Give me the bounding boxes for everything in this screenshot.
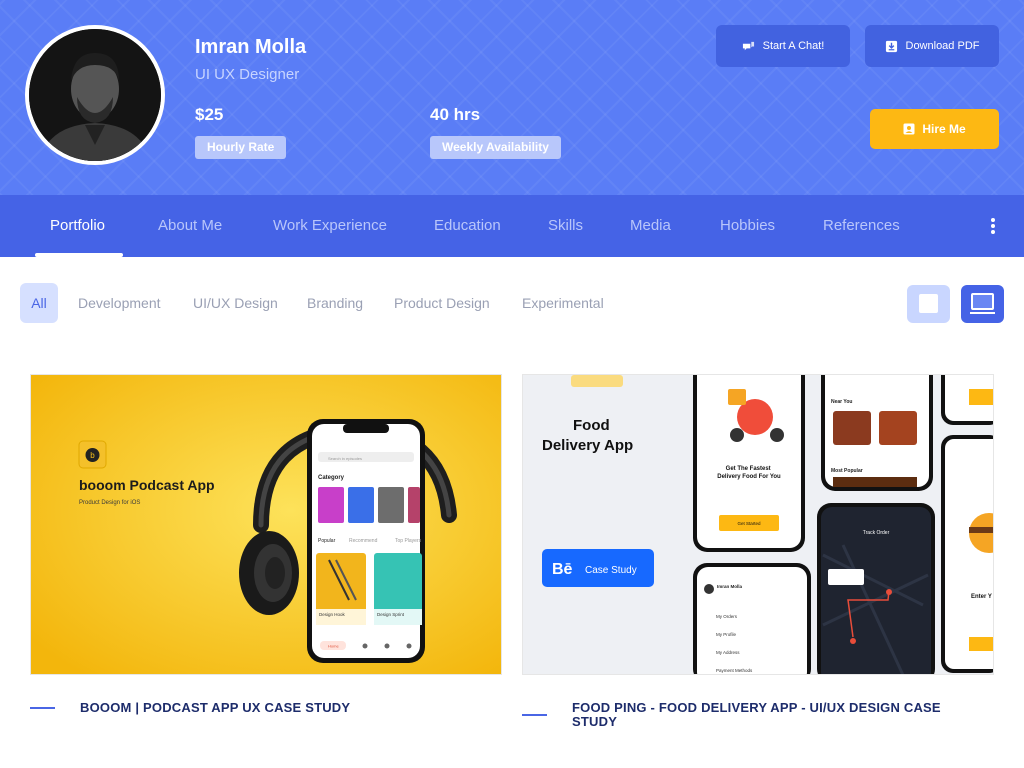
filter-product-design[interactable]: Product Design [394, 283, 490, 323]
download-icon [885, 40, 897, 52]
profile-header: Imran Molla UI UX Designer $25 Hourly Ra… [0, 0, 1024, 195]
profile-name: Imran Molla [195, 36, 307, 58]
nav-tab-media[interactable]: Media [630, 195, 671, 257]
filter-branding[interactable]: Branding [307, 283, 363, 323]
podcast-card-2: Design Sprint [377, 612, 405, 617]
hire-me-label: Hire Me [922, 122, 966, 136]
food-most-popular: Most Popular [831, 468, 863, 474]
project-thumbnail-food-delivery[interactable]: Food Delivery App Bē Case Study Get The … [522, 374, 994, 675]
nav-tab-references[interactable]: References [823, 195, 900, 257]
food-cta: Get Started [737, 521, 761, 526]
nav-tab-work-experience[interactable]: Work Experience [273, 195, 387, 257]
nav-tab-education[interactable]: Education [434, 195, 501, 257]
nav-tab-portfolio[interactable]: Portfolio [50, 195, 105, 257]
podcast-tab-top: Top Players [395, 538, 422, 544]
more-menu-icon[interactable] [986, 218, 1000, 234]
active-tab-indicator [35, 253, 123, 257]
grid-view-icon [919, 294, 938, 313]
case-study-badge: Case Study [585, 565, 637, 576]
availability-label: Weekly Availability [430, 136, 561, 159]
start-chat-label: Start A Chat! [762, 40, 825, 52]
food-menu-orders: My Orders [716, 614, 738, 619]
filter-all[interactable]: All [20, 283, 58, 323]
profile-photo [29, 29, 161, 161]
food-delivery-artwork: Food Delivery App Bē Case Study Get The … [523, 375, 993, 674]
nav-tab-about-me[interactable]: About Me [158, 195, 222, 257]
hire-me-button[interactable]: Hire Me [870, 109, 999, 149]
briefcase-icon [903, 123, 915, 135]
filter-development[interactable]: Development [78, 283, 161, 323]
podcast-card-1: Design Hook [319, 612, 346, 617]
project-title-accent [30, 707, 55, 709]
project-title-podcast[interactable]: BOOOM | PODCAST APP UX CASE STUDY [80, 701, 480, 715]
preview-view-button[interactable] [961, 285, 1004, 323]
podcast-subheading: Product Design for iOS [79, 500, 140, 506]
download-pdf-label: Download PDF [905, 40, 980, 52]
food-track-order: Track Order [863, 530, 890, 536]
project-title-food-delivery[interactable]: FOOD PING - FOOD DELIVERY APP - UI/UX DE… [572, 701, 972, 729]
nav-tab-skills[interactable]: Skills [548, 195, 583, 257]
podcast-home-tab: Home [328, 644, 339, 649]
podcast-heading: booom Podcast App [79, 477, 215, 493]
podcast-tab-popular: Popular [318, 538, 336, 544]
profile-nav: Portfolio About Me Work Experience Educa… [0, 195, 1024, 257]
hourly-rate-value: $25 [195, 105, 224, 124]
food-near-you: Near You [831, 399, 853, 405]
avatar [25, 25, 165, 165]
project-title-accent [522, 714, 547, 716]
download-pdf-button[interactable]: Download PDF [865, 25, 999, 67]
food-heading-1: Food [573, 417, 610, 434]
podcast-tab-recommend: Recommend [349, 538, 378, 544]
profile-role: UI UX Designer [195, 66, 300, 83]
hourly-rate-label: Hourly Rate [195, 136, 287, 159]
podcast-search-text: Search in episodes [328, 456, 362, 461]
food-menu-user: Imran Molla [717, 584, 743, 589]
food-enter-text: Enter Y [971, 594, 992, 600]
filter-experimental[interactable]: Experimental [522, 283, 604, 323]
laptop-icon [971, 293, 994, 310]
filter-ui-ux-design[interactable]: UI/UX Design [193, 283, 278, 323]
nav-tab-hobbies[interactable]: Hobbies [720, 195, 775, 257]
project-thumbnail-podcast[interactable]: b booom Podcast App Product Design for i… [30, 374, 502, 675]
grid-view-button[interactable] [907, 285, 950, 323]
food-menu-payment: Payment Methods [716, 668, 753, 673]
food-menu-profile: My Profile [716, 632, 737, 637]
food-menu-address: My Address [716, 650, 740, 655]
chat-icon [742, 41, 754, 50]
podcast-logo-letter: b [90, 451, 95, 460]
podcast-app-artwork: b booom Podcast App Product Design for i… [31, 375, 501, 674]
food-heading-2: Delivery App [542, 437, 633, 454]
podcast-category-label: Category [318, 475, 345, 481]
behance-logo: Bē [552, 561, 573, 578]
start-chat-button[interactable]: Start A Chat! [716, 25, 850, 67]
availability-value: 40 hrs [430, 105, 481, 124]
